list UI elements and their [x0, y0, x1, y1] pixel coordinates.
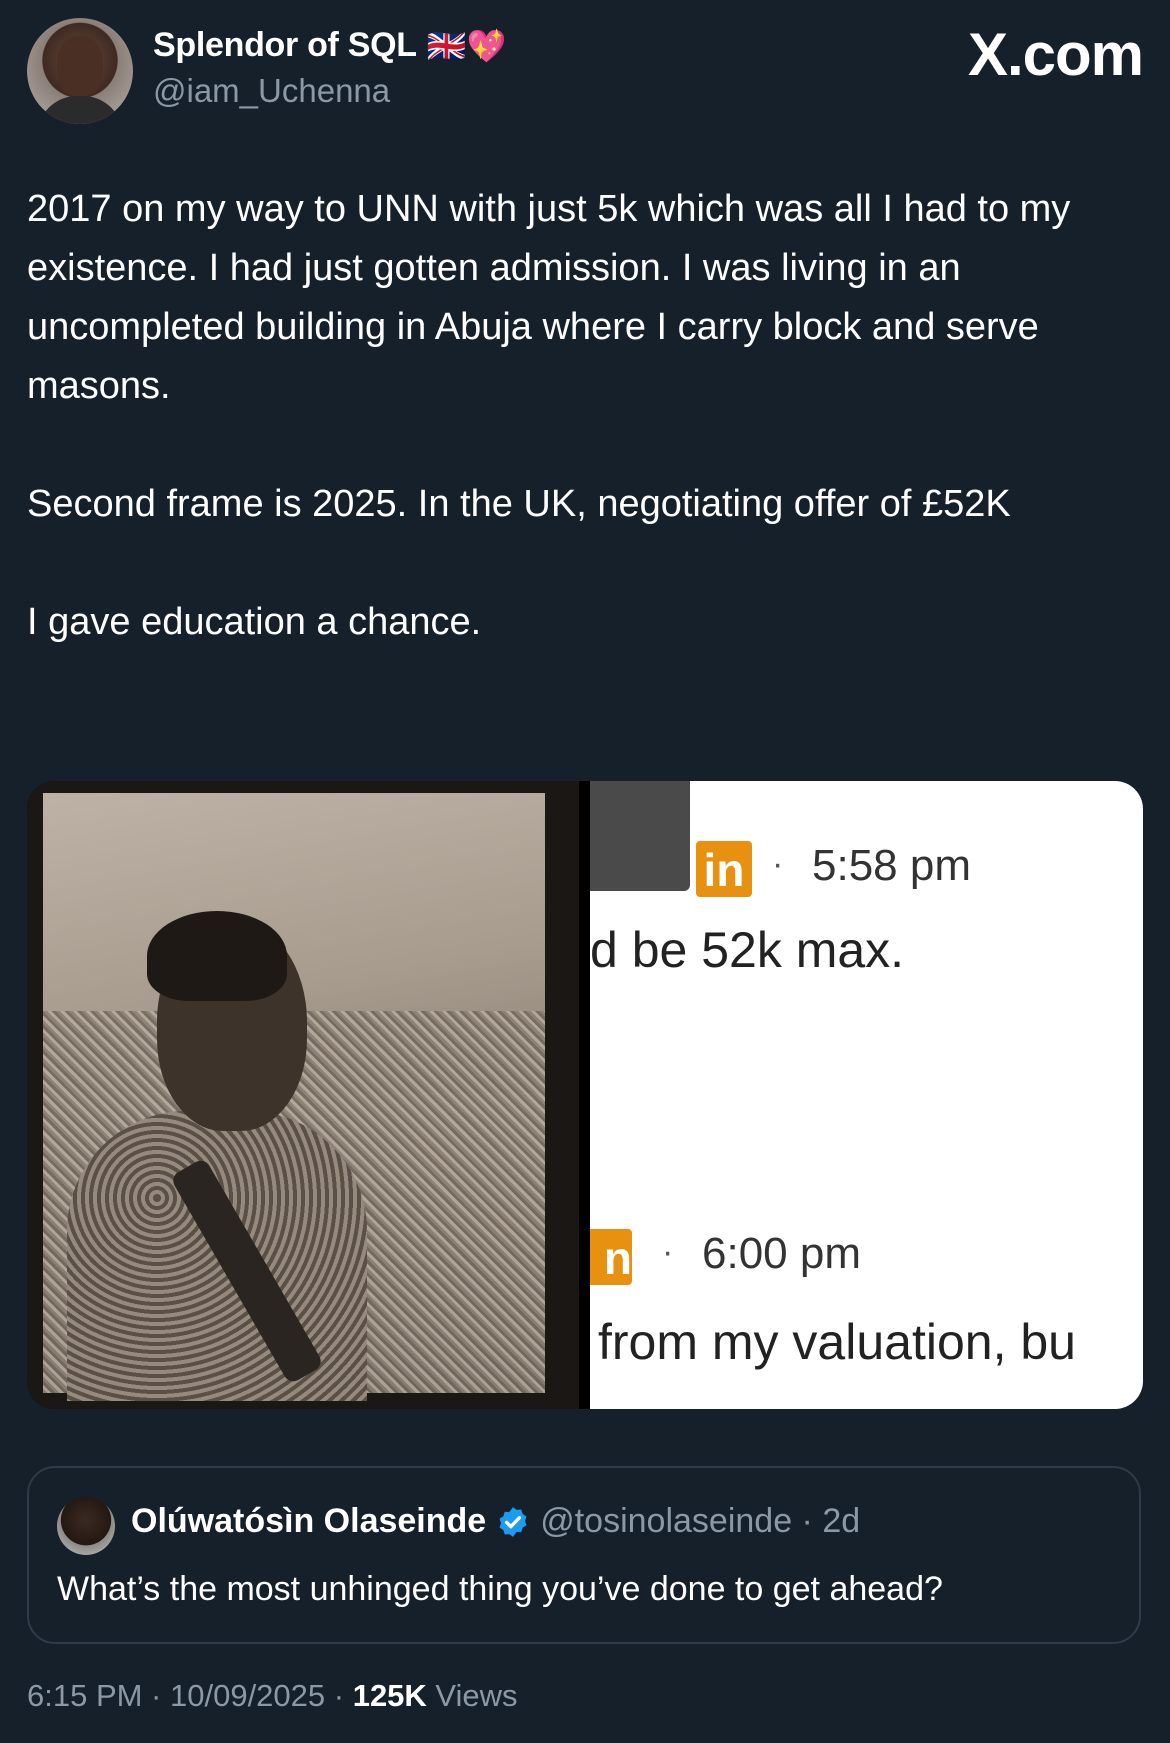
avatar-face [57, 36, 103, 96]
author-name-row: Splendor of SQL 🇬🇧💖 [153, 26, 506, 65]
x-logo: X.com [967, 21, 1144, 88]
chat-avatar-crop [590, 781, 690, 891]
quoted-author-row: Olúwatósìn Olaseinde @tosinolaseinde · 2… [131, 1502, 860, 1541]
quoted-author-name[interactable]: Olúwatósìn Olaseinde [131, 1502, 486, 1541]
quoted-tweet-text: What’s the most unhinged thing you’ve do… [57, 1570, 943, 1608]
chat-separator-dot: · [662, 1233, 674, 1271]
avatar-shirt [37, 96, 123, 124]
chat-time-2: 6:00 pm [702, 1229, 861, 1278]
media-divider [579, 781, 590, 1409]
chat-separator-dot: · [772, 845, 784, 883]
author-handle[interactable]: @iam_Uchenna [153, 72, 390, 110]
chat-message-1: d be 52k max. [590, 922, 905, 978]
tweet-text: 2017 on my way to UNN with just 5k which… [27, 188, 1071, 643]
tweet-meta: 6:15 PM · 10/09/2025 · 125K Views [27, 1678, 518, 1714]
author-avatar[interactable] [27, 18, 133, 124]
author-display-name[interactable]: Splendor of SQL [153, 26, 417, 65]
verified-badge-icon [499, 1506, 527, 1537]
views-count: 125K [352, 1678, 427, 1713]
quoted-handle-time[interactable]: @tosinolaseinde · 2d [540, 1502, 860, 1541]
author-name-emojis: 🇬🇧💖 [426, 27, 507, 64]
tweet-media[interactable]: in · 5:58 pm d be 52k max. n · 6:00 pm f… [27, 781, 1143, 1409]
tweet-header: Splendor of SQL 🇬🇧💖 @iam_Uchenna X.com [27, 18, 1144, 128]
views-label: Views [426, 1678, 518, 1713]
photo-person-hair [147, 911, 287, 1001]
tweet-timestamp[interactable]: 6:15 PM · 10/09/2025 · [27, 1678, 353, 1713]
linkedin-icon-cropped: n [590, 1229, 632, 1285]
photo-2025-chat-screenshot[interactable]: in · 5:58 pm d be 52k max. n · 6:00 pm f… [590, 781, 1143, 1409]
quoted-tweet[interactable]: Olúwatósìn Olaseinde @tosinolaseinde · 2… [27, 1466, 1141, 1644]
photo-2017-selfie[interactable] [27, 781, 579, 1409]
chat-message-2: from my valuation, bu [598, 1314, 1076, 1370]
chat-time-1: 5:58 pm [812, 841, 971, 890]
quoted-author-avatar[interactable] [57, 1497, 115, 1555]
linkedin-icon: in [696, 841, 752, 897]
